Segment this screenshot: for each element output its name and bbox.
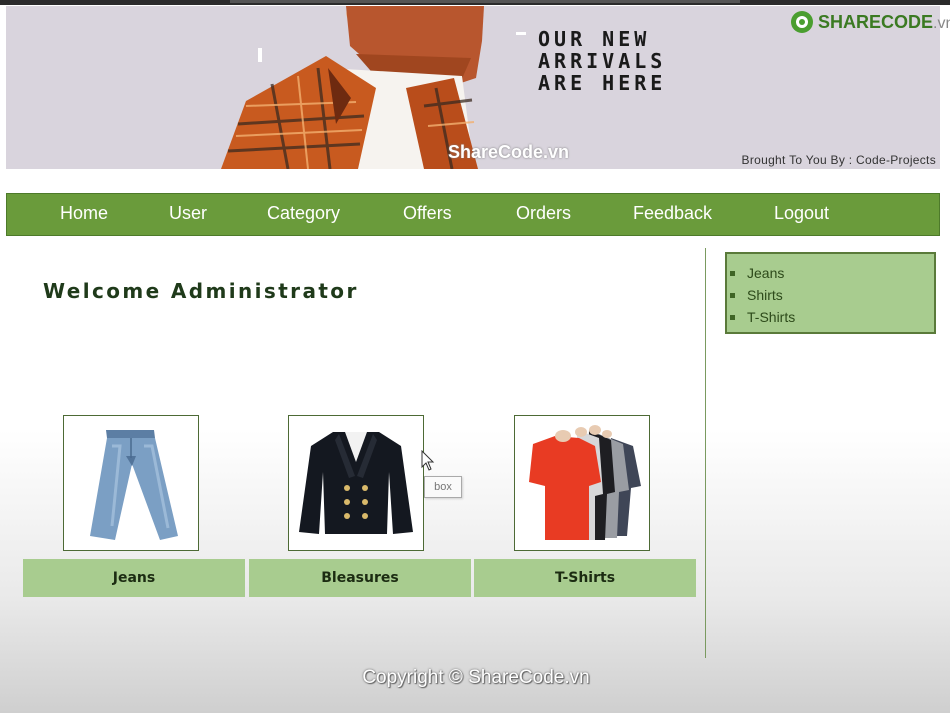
logo-brand: SHARECODE (818, 11, 934, 32)
logo-suffix: .vn (933, 14, 950, 32)
banner-headline: OUR NEW ARRIVALS ARE HERE (538, 28, 666, 94)
sidebar-item-jeans[interactable]: Jeans (730, 262, 934, 284)
sidebar-item-tshirts[interactable]: T-Shirts (730, 306, 934, 328)
category-label-bleasures[interactable]: Bleasures (249, 559, 471, 597)
browser-top-strip (0, 0, 950, 5)
hover-tooltip: box (424, 476, 462, 498)
nav-logout[interactable]: Logout (774, 203, 829, 224)
sharecode-logo-icon (791, 11, 813, 33)
nav-home[interactable]: Home (60, 203, 108, 224)
mouse-cursor-icon (421, 450, 435, 471)
welcome-heading: Welcome Administrator (43, 279, 359, 303)
content-divider (705, 248, 706, 658)
product-thumb-tshirts[interactable] (514, 415, 650, 551)
banner-credit: Brought To You By : Code-Projects (741, 153, 936, 167)
nav-category[interactable]: Category (267, 203, 340, 224)
category-label-tshirts[interactable]: T-Shirts (474, 559, 696, 597)
nav-offers[interactable]: Offers (403, 203, 452, 224)
category-label-jeans[interactable]: Jeans (23, 559, 245, 597)
category-list: Jeans Shirts T-Shirts (727, 262, 934, 328)
footer-copyright: Copyright © ShareCode.vn (0, 667, 950, 689)
nav-feedback[interactable]: Feedback (633, 203, 712, 224)
product-thumb-jeans[interactable] (63, 415, 199, 551)
footer-text: Copyright © ShareCode.vn (362, 667, 590, 688)
sidebar-item-shirts[interactable]: Shirts (730, 284, 934, 306)
tshirts-image (529, 425, 641, 540)
nav-orders[interactable]: Orders (516, 203, 571, 224)
sharecode-logo: SHARECODE.vn (790, 10, 950, 34)
sharecode-logo-text: SHARECODE.vn (818, 12, 950, 33)
main-nav: Home User Category Offers Orders Feedbac… (6, 193, 940, 236)
product-thumb-blazer[interactable] (288, 415, 424, 551)
nav-user[interactable]: User (169, 203, 207, 224)
blazer-image (299, 432, 413, 534)
banner-watermark: ShareCode.vn (448, 142, 570, 162)
category-sidebar: Jeans Shirts T-Shirts (725, 252, 936, 334)
browser-top-strip-inner (230, 0, 740, 3)
banner-headline-line: ARE HERE (538, 71, 667, 95)
jeans-image (90, 430, 178, 540)
banner-headline-line: ARRIVALS (538, 49, 667, 73)
banner-headline-line: OUR NEW (538, 27, 651, 51)
